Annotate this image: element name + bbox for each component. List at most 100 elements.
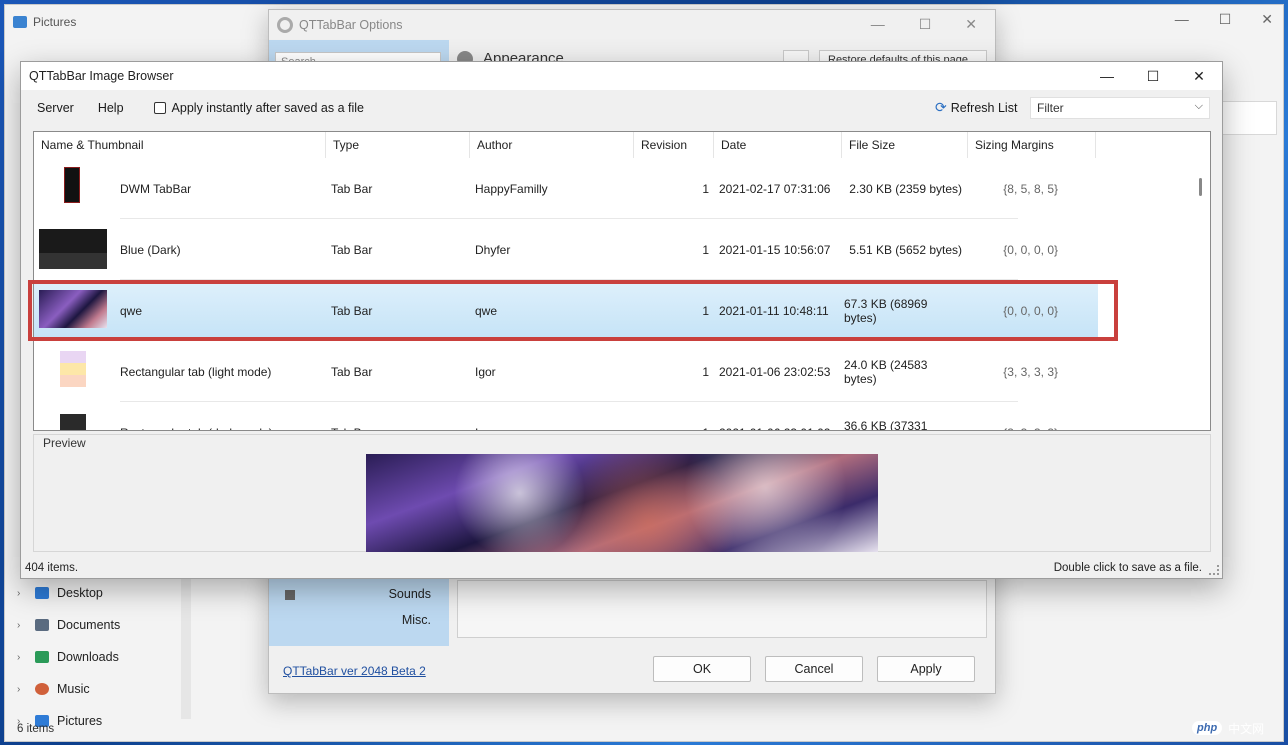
row-name: Rectangular tab (dark mode) bbox=[120, 402, 273, 431]
refresh-icon: ⟳ bbox=[935, 99, 947, 115]
refresh-list-button[interactable]: ⟳ Refresh List bbox=[935, 99, 1017, 116]
close-icon[interactable]: ✕ bbox=[1261, 11, 1273, 28]
close-icon[interactable]: ✕ bbox=[1176, 62, 1222, 90]
list-scrollbar-thumb[interactable] bbox=[1199, 178, 1202, 196]
column-revision[interactable]: Revision bbox=[634, 132, 714, 158]
row-author: Igor bbox=[475, 364, 496, 379]
pictures-icon bbox=[13, 16, 27, 28]
column-date[interactable]: Date bbox=[714, 132, 842, 158]
column-sizing-margins[interactable]: Sizing Margins bbox=[968, 132, 1096, 158]
maximize-icon[interactable]: ☐ bbox=[1219, 11, 1232, 28]
explorer-window-controls: — ☐ ✕ bbox=[1175, 11, 1273, 28]
list-item[interactable]: Rectangular tab (dark mode) Tab Bar Igor… bbox=[34, 402, 1098, 431]
browser-title: QTTabBar Image Browser bbox=[29, 69, 174, 83]
explorer-title: Pictures bbox=[33, 15, 77, 29]
row-margins: {3, 3, 3, 3} bbox=[974, 402, 1058, 431]
row-type: Tab Bar bbox=[331, 364, 373, 379]
speaker-icon bbox=[285, 590, 295, 600]
version-link[interactable]: QTTabBar ver 2048 Beta 2 bbox=[283, 664, 426, 678]
minimize-icon[interactable]: — bbox=[1175, 11, 1189, 28]
chevron-right-icon[interactable]: › bbox=[17, 588, 27, 599]
documents-icon bbox=[35, 619, 49, 631]
row-size: 24.0 KB (24583 bytes) bbox=[844, 357, 928, 386]
column-name[interactable]: Name & Thumbnail bbox=[34, 132, 326, 158]
refresh-label: Refresh List bbox=[950, 100, 1018, 115]
nav-item-label: Desktop bbox=[57, 586, 103, 600]
checkbox-box[interactable] bbox=[153, 102, 166, 114]
row-margins: {8, 5, 8, 5} bbox=[1003, 181, 1058, 196]
nav-item-downloads[interactable]: › Downloads bbox=[17, 641, 197, 673]
list-item[interactable]: Blue (Dark) Tab Bar Dhyfer 1 2021-01-15 … bbox=[34, 219, 1098, 280]
row-revision: 1 bbox=[702, 364, 709, 379]
chevron-right-icon[interactable]: › bbox=[17, 684, 27, 695]
list-item[interactable]: Rectangular tab (light mode) Tab Bar Igo… bbox=[34, 341, 1098, 402]
row-name: DWM TabBar bbox=[120, 181, 192, 196]
music-icon bbox=[35, 683, 49, 695]
maximize-icon[interactable]: ☐ bbox=[919, 16, 932, 33]
list-item[interactable]: DWM TabBar Tab Bar HappyFamilly 1 2021-0… bbox=[34, 158, 1098, 219]
chevron-down-icon[interactable]: ⌵ bbox=[1195, 100, 1203, 113]
column-file-size[interactable]: File Size bbox=[842, 132, 968, 158]
nav-item-label: Documents bbox=[57, 618, 121, 632]
thumbnail bbox=[39, 229, 107, 269]
thumbnail bbox=[60, 351, 86, 387]
explorer-nav-tree: › Desktop › Documents › Downloads › Musi… bbox=[17, 577, 197, 737]
nav-item-documents[interactable]: › Documents bbox=[17, 609, 197, 641]
row-size: 5.51 KB (5652 bytes) bbox=[849, 242, 962, 257]
menu-help[interactable]: Help bbox=[90, 101, 132, 115]
php-badge: php bbox=[1192, 721, 1223, 735]
nav-item-label: Downloads bbox=[57, 650, 119, 664]
apply-instantly-label: Apply instantly after saved as a file bbox=[171, 101, 365, 115]
filter-dropdown[interactable]: Filter ⌵ bbox=[1030, 97, 1210, 119]
options-title: QTTabBar Options bbox=[299, 18, 403, 32]
browser-titlebar: QTTabBar Image Browser bbox=[21, 62, 1222, 90]
category-sounds[interactable]: Sounds bbox=[311, 587, 431, 601]
nav-scrollbar[interactable] bbox=[181, 577, 191, 719]
minimize-icon[interactable]: — bbox=[871, 16, 885, 33]
item-count: 404 items. bbox=[25, 562, 79, 574]
status-hint: Double click to save as a file. bbox=[1053, 562, 1202, 574]
category-misc[interactable]: Misc. bbox=[311, 613, 431, 627]
thumbnail bbox=[64, 167, 80, 203]
apply-button[interactable]: Apply bbox=[877, 656, 975, 682]
options-window-controls: — ☐ ✕ bbox=[871, 16, 977, 33]
row-size: 2.30 KB (2359 bytes) bbox=[849, 181, 962, 196]
nav-item-music[interactable]: › Music bbox=[17, 673, 197, 705]
row-date: 2021-02-17 07:31:06 bbox=[719, 181, 831, 196]
row-margins: {3, 3, 3, 3} bbox=[1003, 364, 1058, 379]
preview-label: Preview bbox=[43, 436, 86, 450]
row-author: HappyFamilly bbox=[475, 181, 548, 196]
minimize-icon[interactable]: — bbox=[1084, 62, 1130, 90]
chevron-right-icon[interactable]: › bbox=[17, 620, 27, 631]
row-revision: 1 bbox=[702, 242, 709, 257]
column-type[interactable]: Type bbox=[326, 132, 470, 158]
row-date: 2021-01-06 23:02:53 bbox=[719, 364, 831, 379]
row-date: 2021-01-15 10:56:07 bbox=[719, 242, 831, 257]
nav-item-desktop[interactable]: › Desktop bbox=[17, 577, 197, 609]
nav-item-label: Pictures bbox=[57, 714, 103, 728]
row-author: Igor bbox=[475, 402, 496, 431]
menu-server[interactable]: Server bbox=[29, 101, 82, 115]
ok-button[interactable]: OK bbox=[653, 656, 751, 682]
preview-group: Preview bbox=[33, 434, 1211, 552]
close-icon[interactable]: ✕ bbox=[965, 16, 977, 33]
apply-instantly-checkbox[interactable]: Apply instantly after saved as a file bbox=[153, 101, 365, 115]
nav-item-label: Music bbox=[57, 682, 90, 696]
thumbnail bbox=[60, 414, 86, 430]
maximize-icon[interactable]: ☐ bbox=[1130, 62, 1176, 90]
column-author[interactable]: Author bbox=[470, 132, 634, 158]
row-revision: 1 bbox=[702, 181, 709, 196]
row-author: Dhyfer bbox=[475, 242, 511, 257]
explorer-search-box[interactable] bbox=[1221, 101, 1277, 135]
downloads-icon bbox=[35, 651, 49, 663]
resize-grip[interactable] bbox=[1209, 565, 1219, 575]
desktop-icon bbox=[35, 587, 49, 599]
row-date: 2021-01-06 23:01:02 bbox=[719, 402, 830, 431]
gear-icon bbox=[277, 17, 293, 33]
row-type: Tab Bar bbox=[331, 242, 373, 257]
row-type: Tab Bar bbox=[331, 402, 372, 431]
cancel-button[interactable]: Cancel bbox=[765, 656, 863, 682]
watermark: php 中文网 bbox=[1188, 711, 1288, 745]
row-size: 36.6 KB (37331 bytes) bbox=[844, 418, 928, 431]
chevron-right-icon[interactable]: › bbox=[17, 652, 27, 663]
